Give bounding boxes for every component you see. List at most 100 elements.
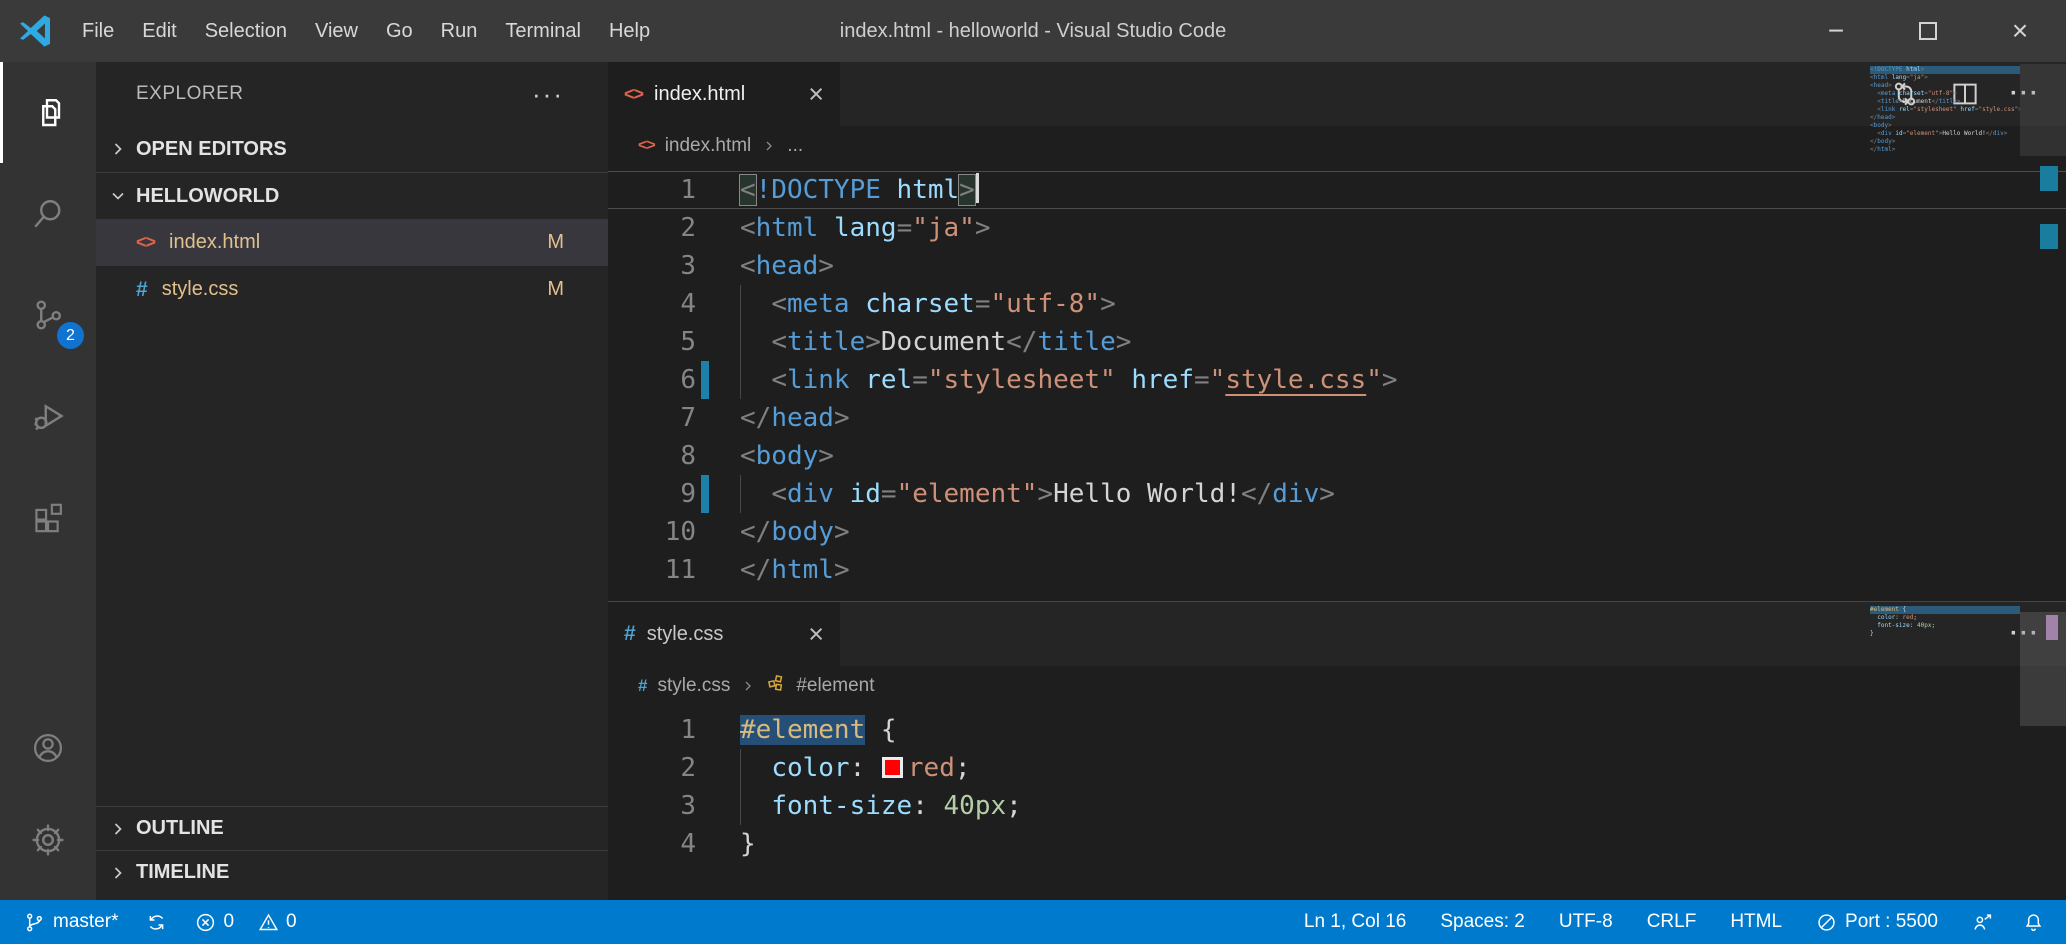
- breadcrumb-file[interactable]: style.css: [657, 675, 730, 697]
- menu-run[interactable]: Run: [427, 0, 492, 62]
- section-label: TIMELINE: [136, 861, 229, 884]
- code-token: :: [912, 791, 928, 821]
- section-timeline[interactable]: TIMELINE: [96, 850, 608, 894]
- code-line[interactable]: 1<!DOCTYPE html>: [608, 171, 2066, 209]
- menu-selection[interactable]: Selection: [191, 0, 301, 62]
- code-token: "ja": [912, 213, 975, 243]
- tab-bar: <> index.html × ···: [608, 62, 2066, 126]
- activity-search[interactable]: [0, 163, 96, 264]
- color-swatch-red[interactable]: [882, 757, 903, 778]
- section-label: OUTLINE: [136, 817, 224, 840]
- code-line[interactable]: 11</html>: [608, 551, 2066, 589]
- minimap-line: <title>Document</title>: [1870, 98, 2020, 106]
- code-token: body: [756, 441, 819, 471]
- code-line[interactable]: 2<html lang="ja">: [608, 209, 2066, 247]
- sidebar-more-actions[interactable]: ···: [532, 89, 564, 99]
- minimize-button[interactable]: −: [1790, 0, 1882, 62]
- sync-button[interactable]: [146, 912, 167, 933]
- menu-help[interactable]: Help: [595, 0, 664, 62]
- activity-extensions[interactable]: [0, 466, 96, 567]
- tab-style-css[interactable]: # style.css ×: [608, 602, 840, 666]
- menu-view[interactable]: View: [301, 0, 372, 62]
- code-token: </: [1006, 327, 1037, 357]
- menu-edit[interactable]: Edit: [128, 0, 190, 62]
- code-line[interactable]: 5 <title>Document</title>: [608, 323, 2066, 361]
- code-line[interactable]: 8<body>: [608, 437, 2066, 475]
- code-content: </body>: [740, 513, 850, 551]
- line-number: 4: [608, 285, 696, 323]
- language-mode[interactable]: HTML: [1730, 911, 1782, 933]
- eol-sequence[interactable]: CRLF: [1647, 911, 1697, 933]
- code-token: "element": [897, 479, 1038, 509]
- code-token: head: [771, 403, 834, 433]
- symbol-id-icon: [766, 673, 786, 699]
- menu-file[interactable]: File: [68, 0, 128, 62]
- minimap[interactable]: <!DOCTYPE html><html lang="ja"><head> <m…: [1870, 66, 2020, 154]
- encoding[interactable]: UTF-8: [1559, 911, 1613, 933]
- code-line[interactable]: 9 <div id="element">Hello World!</div>: [608, 475, 2066, 513]
- extensions-icon: [30, 499, 66, 535]
- code-line[interactable]: 4}: [608, 825, 2066, 863]
- indentation[interactable]: Spaces: 2: [1440, 911, 1525, 933]
- gutter: [701, 513, 709, 551]
- activity-accounts[interactable]: [0, 702, 96, 794]
- bell-icon: [2023, 912, 2044, 933]
- file-item-index-html[interactable]: <>index.htmlM: [96, 219, 608, 266]
- menu-bar: FileEditSelectionViewGoRunTerminalHelp: [68, 0, 664, 62]
- editor-group-css: # style.css × ··· # style.css: [608, 602, 2066, 900]
- close-icon[interactable]: ×: [808, 81, 824, 108]
- minimap[interactable]: #element { color: red; font-size: 40px;}: [1870, 606, 2020, 638]
- code-line[interactable]: 4 <meta charset="utf-8">: [608, 285, 2066, 323]
- code-token: "stylesheet": [928, 365, 1116, 395]
- scrollbar-slider[interactable]: [2020, 612, 2066, 726]
- section-open-editors[interactable]: OPEN EDITORS: [96, 126, 608, 172]
- line-number: 1: [608, 711, 696, 749]
- code-token: =: [1194, 365, 1210, 395]
- close-button[interactable]: ×: [1974, 0, 2066, 62]
- menu-terminal[interactable]: Terminal: [491, 0, 595, 62]
- code-token: <: [740, 213, 756, 243]
- code-line[interactable]: 10</body>: [608, 513, 2066, 551]
- activity-explorer[interactable]: [0, 62, 96, 163]
- code-line[interactable]: 7</head>: [608, 399, 2066, 437]
- notifications-button[interactable]: [2023, 912, 2044, 933]
- tab-index-html[interactable]: <> index.html ×: [608, 62, 840, 126]
- scrollbar-slider[interactable]: [2020, 64, 2066, 156]
- code-token: {: [881, 715, 897, 745]
- section-folder-helloworld[interactable]: HELLOWORLD: [96, 173, 608, 219]
- section-outline[interactable]: OUTLINE: [96, 806, 608, 850]
- chevron-down-icon: [108, 186, 128, 206]
- code-line[interactable]: 1#element {: [608, 711, 2066, 749]
- code-token: <: [740, 251, 756, 281]
- menu-go[interactable]: Go: [372, 0, 427, 62]
- code-token: [850, 365, 866, 395]
- breadcrumb-file[interactable]: index.html: [665, 135, 752, 157]
- code-line[interactable]: 3 font-size: 40px;: [608, 787, 2066, 825]
- feedback-button[interactable]: [1972, 912, 1993, 933]
- modified-marker: [2040, 166, 2058, 191]
- code-line[interactable]: 6 <link rel="stylesheet" href="style.css…: [608, 361, 2066, 399]
- breadcrumb-tail[interactable]: ...: [787, 135, 803, 157]
- activity-run-debug[interactable]: [0, 365, 96, 466]
- code-line[interactable]: 3<head>: [608, 247, 2066, 285]
- git-branch-item[interactable]: master*: [24, 911, 118, 933]
- code-token: =: [881, 479, 897, 509]
- gutter: [701, 787, 709, 825]
- cursor-position[interactable]: Ln 1, Col 16: [1304, 911, 1406, 933]
- problems-item[interactable]: 0 0: [195, 911, 296, 933]
- breadcrumb-symbol[interactable]: #element: [796, 675, 874, 697]
- close-icon[interactable]: ×: [808, 621, 824, 648]
- live-server-port[interactable]: Port : 5500: [1816, 911, 1938, 933]
- code-token: =: [975, 289, 991, 319]
- activity-source-control[interactable]: 2: [0, 264, 96, 365]
- file-item-style-css[interactable]: #style.cssM: [96, 266, 608, 313]
- maximize-button[interactable]: [1882, 0, 1974, 62]
- line-number: 1: [608, 171, 696, 209]
- code-token: charset: [865, 289, 975, 319]
- code-editor-css[interactable]: 1#element {2 color: red;3 font-size: 40p…: [608, 706, 2066, 863]
- gutter: [701, 209, 709, 247]
- code-token: red: [908, 753, 955, 783]
- activity-settings[interactable]: [0, 794, 96, 886]
- code-editor-html[interactable]: 1<!DOCTYPE html>2<html lang="ja">3<head>…: [608, 166, 2066, 589]
- code-line[interactable]: 2 color: red;: [608, 749, 2066, 787]
